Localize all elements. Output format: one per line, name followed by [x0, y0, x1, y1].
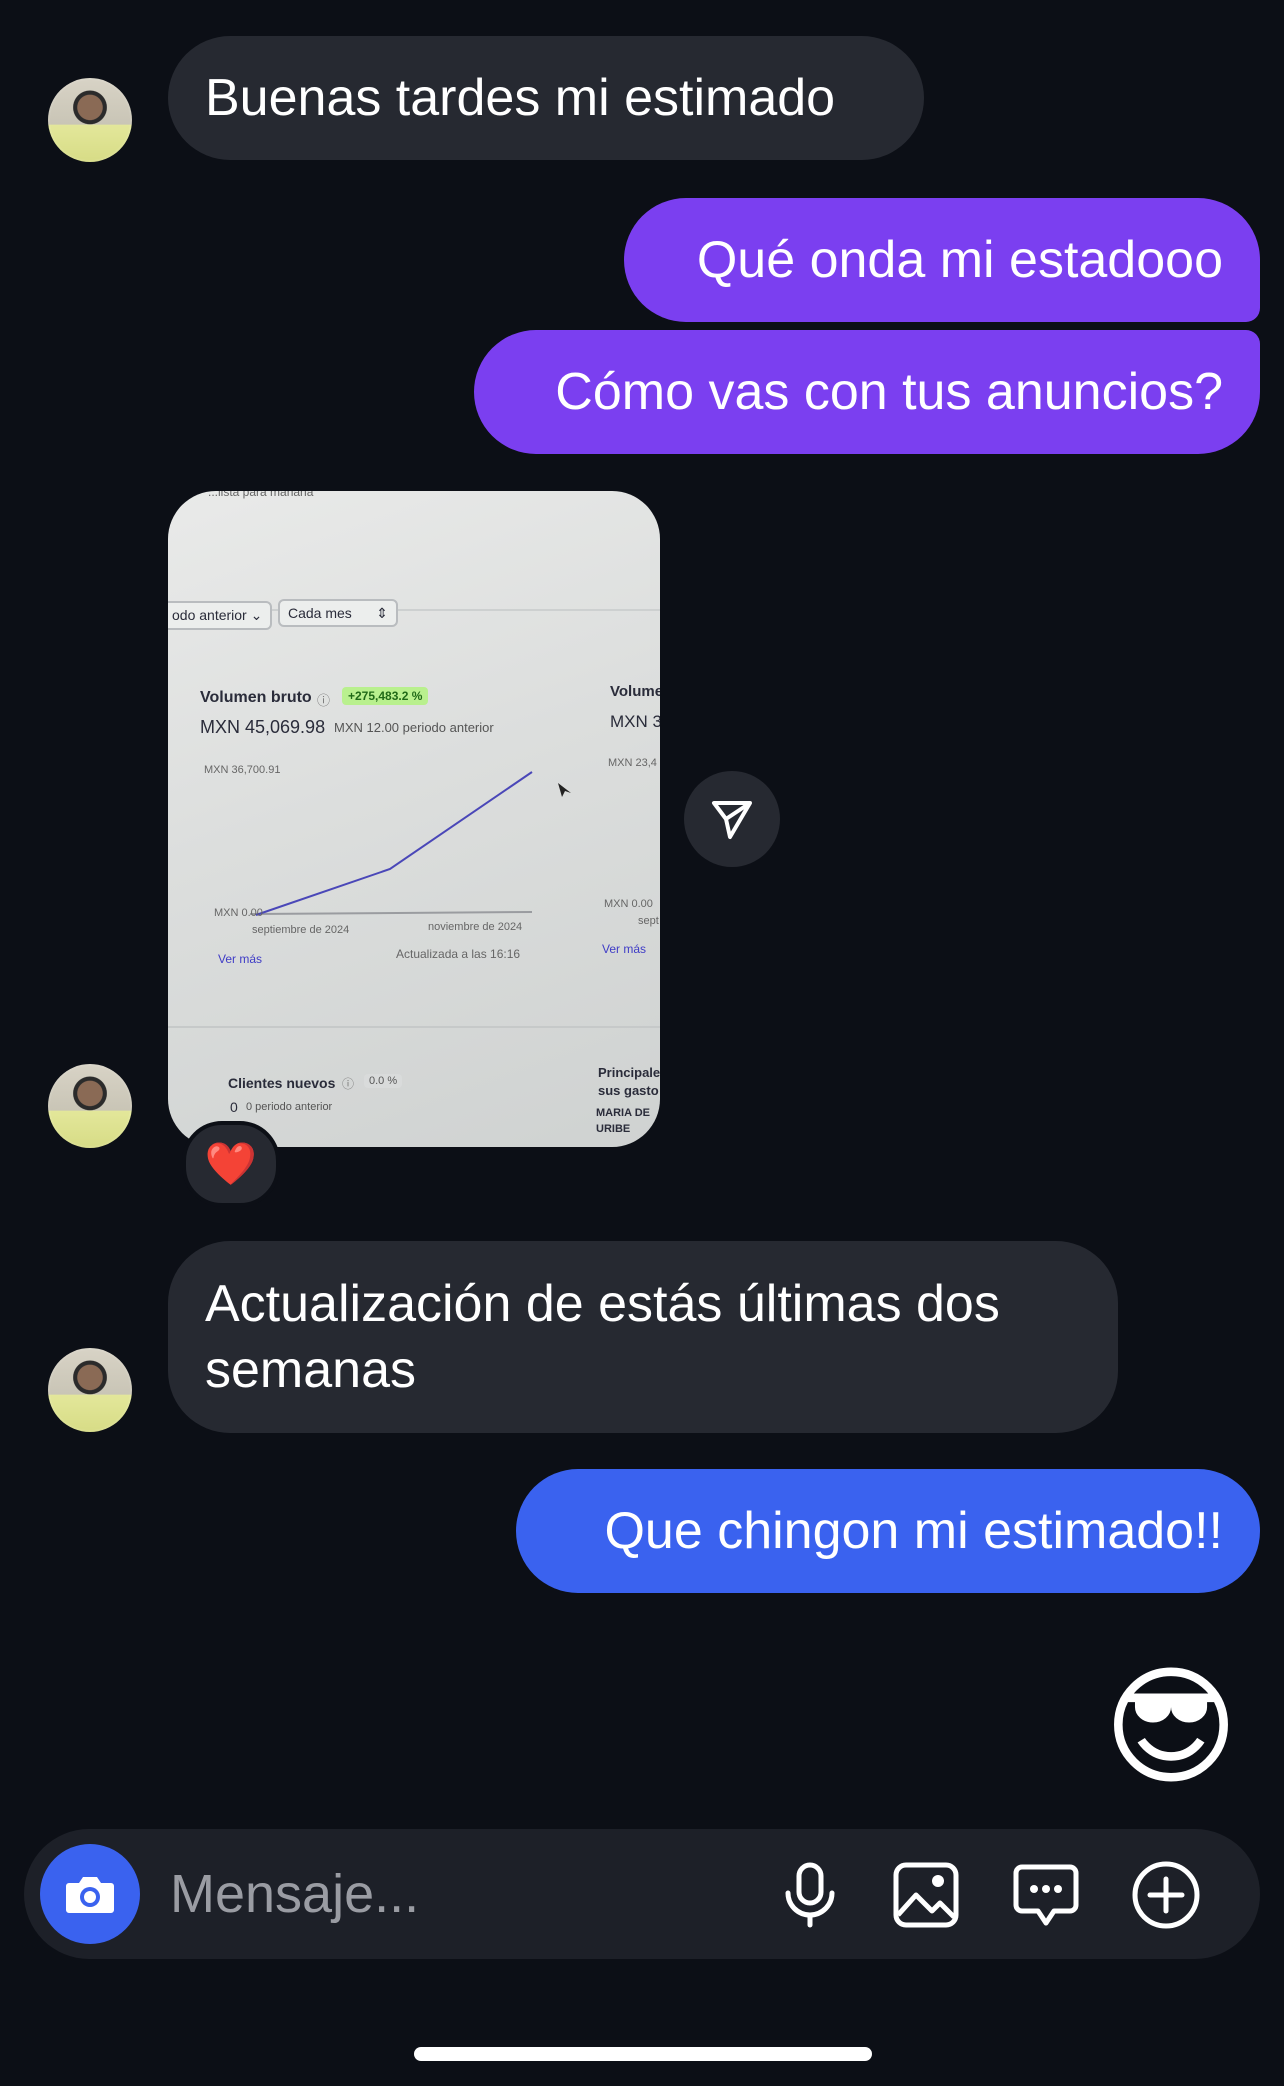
axis-min-label: MXN 0.00 [604, 898, 653, 910]
cursor-icon [558, 783, 571, 797]
plus-circle-icon[interactable] [1130, 1859, 1202, 1931]
shared-photo[interactable]: ...lista para mañana odo anterior ⌄ Cada… [168, 491, 660, 1147]
message-bubble-outgoing[interactable]: Que chingon mi estimado!! [516, 1469, 1260, 1593]
axis-max-label: MXN 23,4 [608, 757, 657, 769]
see-more-link: Ver más [218, 952, 263, 966]
card-title: Principale [598, 1065, 660, 1080]
axis-start-label: sept [638, 915, 659, 927]
axis-min-label: MXN 0.00 [214, 907, 263, 919]
divider [168, 1026, 660, 1028]
send-icon [712, 801, 752, 839]
message-text: Buenas tardes mi estimado [205, 69, 836, 127]
line-chart [249, 771, 571, 916]
home-indicator[interactable] [414, 2047, 872, 2061]
avatar[interactable] [48, 1348, 132, 1432]
card-title: sus gasto [598, 1083, 659, 1098]
image-icon[interactable] [890, 1859, 962, 1931]
message-composer: Mensaje... [24, 1829, 1260, 1959]
message-bubble-outgoing[interactable]: Qué onda mi estadooo [624, 198, 1260, 322]
emoji-message[interactable]: 😎 [1096, 1652, 1246, 1802]
message-text: Qué onda mi estadooo [696, 231, 1223, 289]
sunglasses-emoji-icon: 😎 [1103, 1654, 1239, 1800]
axis-end-label: noviembre de 2024 [428, 921, 523, 933]
updated-text: Actualizada a las 16:16 [396, 947, 521, 961]
message-bubble-incoming[interactable]: Buenas tardes mi estimado [168, 36, 924, 160]
message-bubble-outgoing[interactable]: Cómo vas con tus anuncios? [474, 330, 1260, 454]
see-more-link: Ver más [602, 942, 647, 956]
message-bubble-incoming[interactable]: Actualización de estás últimas dos seman… [168, 1241, 1118, 1433]
message-input[interactable]: Mensaje... [170, 1862, 419, 1926]
chat-bubble-icon[interactable] [1010, 1859, 1082, 1931]
camera-icon [66, 1877, 114, 1913]
share-button[interactable] [684, 771, 780, 867]
growth-badge: 0.0 % [364, 1074, 403, 1088]
info-icon: ⓘ [342, 1077, 355, 1091]
microphone-icon[interactable] [774, 1859, 846, 1931]
card-value: MXN 3 [610, 712, 660, 731]
camera-button[interactable] [40, 1844, 140, 1944]
card-title: Volume [610, 683, 660, 700]
customer-name: URIBE [596, 1123, 631, 1135]
heart-icon: ❤️ [204, 1139, 258, 1187]
customer-name: MARIA DE [596, 1107, 650, 1119]
card-value: 0 [230, 1099, 238, 1115]
axis-start-label: septiembre de 2024 [252, 924, 350, 936]
avatar[interactable] [48, 78, 132, 162]
avatar[interactable] [48, 1064, 132, 1148]
message-text: Actualización de estás últimas dos seman… [205, 1275, 1000, 1399]
card-title: Clientes nuevos [228, 1075, 336, 1091]
message-text: Que chingon mi estimado!! [604, 1502, 1223, 1560]
heart-reaction[interactable]: ❤️ [182, 1121, 280, 1207]
card-previous: 0 periodo anterior [246, 1101, 333, 1113]
message-text: Cómo vas con tus anuncios? [555, 363, 1223, 421]
